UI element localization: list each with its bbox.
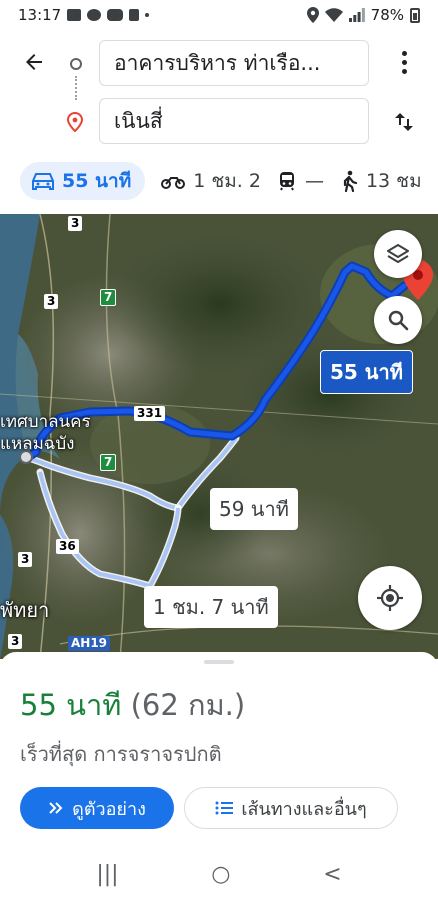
travel-mode-tabs: 55 นาที 1 ชม. 2 — 13 ชม: [0, 156, 438, 206]
signal-icon: [348, 8, 365, 22]
status-time: 13:17: [18, 6, 62, 24]
more-dot: [401, 50, 407, 56]
road-shield-3: 3: [68, 216, 83, 231]
place-label: แหลมฉบัง: [0, 434, 75, 454]
route-summary-sheet[interactable]: 55 นาที (62 กม.) เร็วที่สุด การจราจรปกติ…: [0, 652, 438, 900]
road-shield-331: 331: [134, 406, 166, 421]
double-chevron-right-icon: [49, 802, 63, 814]
back-arrow-icon: [26, 54, 42, 70]
search-along-route-button[interactable]: [374, 296, 422, 344]
gallery-icon: [67, 9, 82, 21]
steps-label: เส้นทางและอื่นๆ: [241, 798, 367, 820]
preview-label: ดูตัวอย่าง: [72, 798, 146, 820]
search-icon: [388, 310, 409, 331]
road-shield-3: 3: [44, 294, 59, 309]
road-shield-3: 3: [8, 634, 23, 649]
motorcycle-icon: [161, 177, 186, 189]
road-shield-7: 7: [100, 454, 117, 471]
swap-route-button[interactable]: [390, 106, 418, 138]
tab-motorcycle[interactable]: 1 ชม. 2: [161, 162, 261, 200]
place-label: พัทยา: [0, 598, 50, 622]
location-icon: [306, 7, 319, 23]
battery-icon: [410, 7, 420, 23]
battery-percent: 78%: [370, 6, 404, 24]
status-bar: 13:17 78%: [0, 0, 438, 30]
primary-route-time-label[interactable]: 55 นาที: [320, 350, 413, 394]
layers-button[interactable]: [374, 230, 422, 278]
destination-input[interactable]: เนินสี่: [99, 98, 369, 144]
tab-walking-label: 13 ชม: [365, 170, 422, 192]
tab-transit[interactable]: —: [277, 162, 324, 200]
notification-dot-icon: [145, 13, 150, 17]
layers-icon: [387, 244, 409, 263]
walk-icon: [343, 170, 358, 192]
road-shield-36: 36: [56, 539, 79, 554]
tab-driving-label: 55 นาที: [62, 170, 132, 192]
route-description: เร็วที่สุด การจราจรปกติ: [20, 742, 222, 766]
preview-button[interactable]: ดูตัวอย่าง: [20, 787, 174, 829]
alt-route-time-label[interactable]: 1 ชม. 7 นาที: [144, 586, 278, 628]
list-icon: [215, 801, 234, 815]
more-dot: [401, 59, 407, 65]
recent-apps-button[interactable]: |||: [96, 862, 118, 887]
route-connector-dots: [75, 76, 77, 100]
swap-vertical-icon: [395, 113, 413, 131]
route-duration: 55 นาที: [20, 688, 122, 722]
more-options-button[interactable]: [392, 46, 416, 78]
road-shield-7: 7: [100, 289, 117, 306]
status-left: 13:17: [18, 6, 150, 24]
tab-driving[interactable]: 55 นาที: [20, 162, 146, 200]
route-header: อาคารบริหาร ท่าเรือ... เนินสี่: [0, 30, 438, 148]
my-location-button[interactable]: [358, 566, 422, 630]
status-right: 78%: [306, 6, 420, 24]
transit-icon: [279, 172, 294, 191]
home-button[interactable]: ○: [211, 862, 230, 887]
more-dot: [401, 68, 407, 74]
wifi-icon: [324, 8, 343, 22]
destination-pin-icon: [66, 112, 84, 132]
system-back-button[interactable]: <: [323, 862, 341, 887]
chat-icon: [87, 9, 102, 21]
back-arrow-button[interactable]: [16, 44, 52, 80]
route-distance: (62 กม.): [130, 688, 246, 722]
tab-walking[interactable]: 13 ชม: [340, 162, 422, 200]
road-shield-3: 3: [18, 552, 33, 567]
steps-and-more-button[interactable]: เส้นทางและอื่นๆ: [184, 787, 398, 829]
origin-input[interactable]: อาคารบริหาร ท่าเรือ...: [99, 40, 369, 86]
line-icon: [107, 9, 124, 21]
my-location-icon: [377, 585, 403, 611]
system-nav-bar: ||| ○ <: [0, 848, 438, 900]
tab-transit-label: —: [304, 170, 324, 192]
car-icon: [32, 173, 54, 190]
tab-motorcycle-label: 1 ชม. 2: [193, 170, 261, 192]
tiktok-icon: [129, 9, 140, 21]
origin-circle-icon: [70, 58, 82, 70]
route-summary: 55 นาที (62 กม.): [20, 682, 245, 728]
road-shield-ah19: AH19: [68, 636, 111, 651]
map-view[interactable]: 3 3 7 331 7 36 3 3 AH19 เทศบาลนคร แหลมฉบ…: [0, 214, 438, 659]
drag-handle[interactable]: [204, 660, 234, 664]
alt-route-time-label[interactable]: 59 นาที: [210, 488, 298, 530]
